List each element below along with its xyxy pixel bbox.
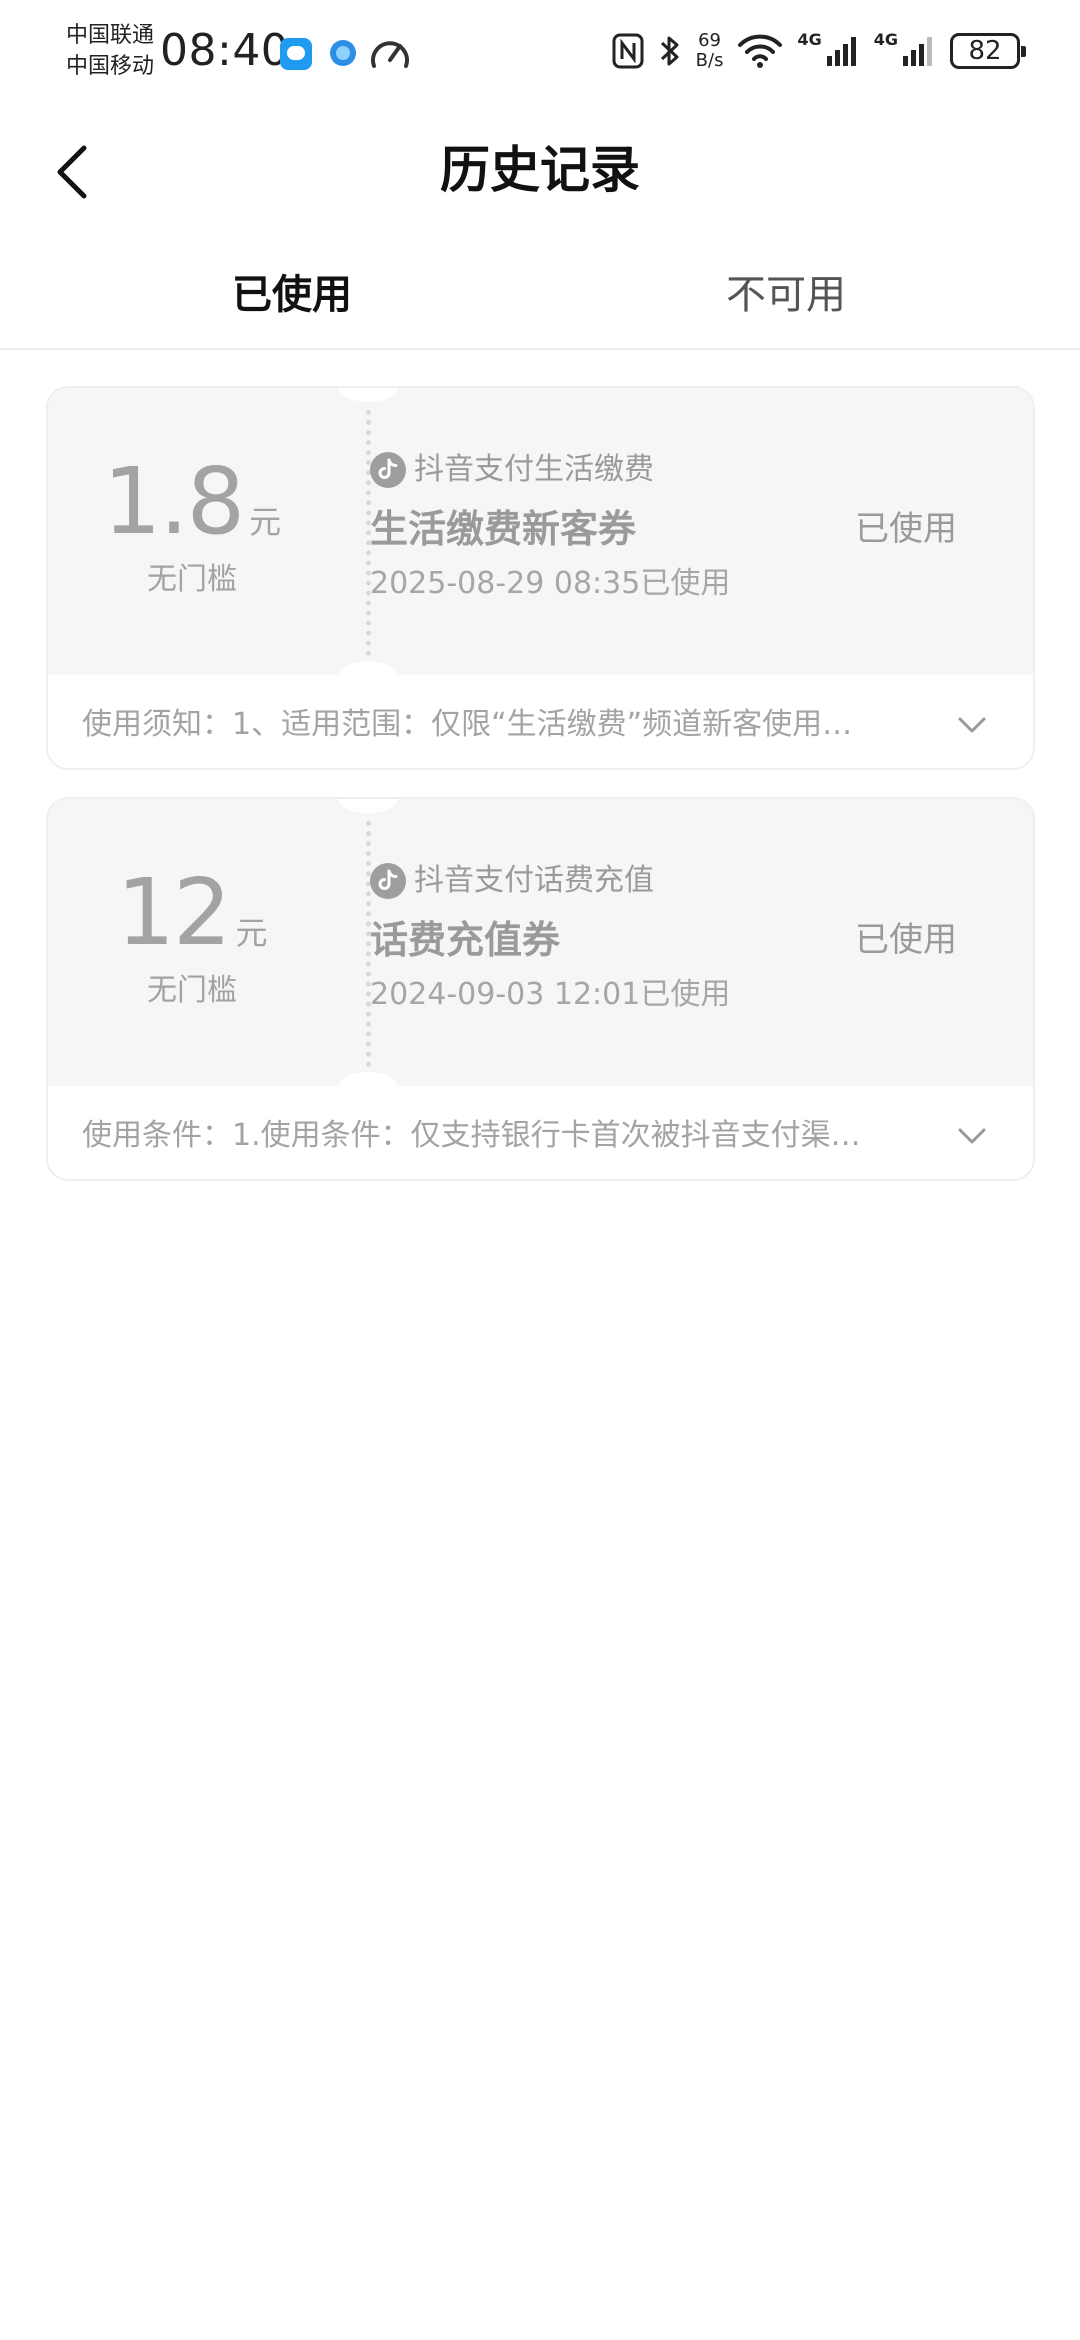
signal-1-label: 4G (797, 30, 822, 49)
coupon-brand: 抖音支付话费充值 (370, 861, 654, 901)
coupon-card[interactable]: 12 元 无门槛 抖音支付话费充值 话费充值券 2024-09-03 12:01已… (46, 797, 1035, 1181)
coupon-body: 1.8 元 无门槛 抖音支付生活缴费 生活缴费新客券 2025-08-29 08:… (48, 388, 1033, 691)
ticket-notch-bottom (338, 1072, 398, 1102)
coupon-threshold: 无门槛 (147, 562, 237, 597)
message-app-icon (280, 38, 312, 70)
coupon-amount-value: 1.8 (102, 448, 245, 555)
bluetooth-icon (660, 36, 679, 66)
chevron-down-icon (958, 1128, 986, 1144)
ticket-notch-bottom (338, 661, 398, 691)
network-speed-unit: B/s (695, 50, 724, 71)
coupon-notice: 使用条件：1.使用条件：仅支持银行卡首次被抖音支付渠… (82, 1118, 861, 1153)
page-title: 历史记录 (440, 141, 640, 199)
chevron-down-icon (958, 717, 986, 733)
speed-gauge-icon (371, 41, 409, 68)
wifi-icon (738, 34, 783, 68)
network-speed-value: 69 (698, 30, 722, 51)
expand-notice-button[interactable] (947, 1111, 997, 1161)
signal-2-icon (903, 37, 932, 66)
coupon-brand: 抖音支付生活缴费 (370, 450, 654, 490)
coupon-amount-unit: 元 (249, 503, 282, 541)
carrier-names: 中国联通 中国移动 (66, 20, 154, 82)
signal-2-label: 4G (873, 30, 898, 49)
coupon-threshold: 无门槛 (147, 973, 237, 1008)
nav-header: 历史记录 (0, 120, 1080, 220)
coupon-used-time: 2025-08-29 08:35已使用 (370, 566, 731, 601)
tab-bar: 已使用 不可用 (0, 250, 1080, 350)
coupon-amount-value: 12 (116, 859, 231, 966)
coupon-notice: 使用须知：1、适用范围：仅限“生活缴费”频道新客使用… (82, 707, 853, 742)
coupon-amount: 1.8 元 (48, 452, 336, 552)
ticket-notch-top (338, 799, 398, 813)
carrier-2: 中国移动 (66, 54, 155, 79)
network-speed: 69 B/s (696, 31, 724, 71)
coupon-brand-label: 抖音支付话费充值 (414, 863, 654, 898)
coupon-used-time: 2024-09-03 12:01已使用 (370, 977, 731, 1012)
coupon-card[interactable]: 1.8 元 无门槛 抖音支付生活缴费 生活缴费新客券 2025-08-29 08:… (46, 386, 1035, 770)
battery-icon: 82 (950, 33, 1026, 69)
signal-1-icon (826, 37, 856, 66)
status-bar: 中国联通 中国移动 08:40 69 B/s 4G 4G 82 (0, 0, 1080, 100)
coupon-brand-label: 抖音支付生活缴费 (414, 452, 654, 487)
ticket-notch-top (338, 388, 398, 402)
douyin-logo-icon (370, 863, 406, 899)
battery-level: 82 (968, 36, 1002, 66)
coupon-name: 话费充值券 (370, 918, 561, 962)
status-time: 08:40 (160, 25, 290, 76)
douyin-logo-icon (370, 452, 406, 488)
nfc-icon (612, 33, 644, 69)
tab-used[interactable]: 已使用 (200, 260, 384, 330)
carrier-1: 中国联通 (66, 23, 155, 48)
coupon-amount: 12 元 (48, 863, 336, 963)
browser-app-icon (330, 40, 356, 66)
coupon-status: 已使用 (855, 509, 957, 549)
status-icons: 69 B/s 4G 4G 82 (612, 26, 1026, 76)
tab-unavailable[interactable]: 不可用 (694, 260, 878, 330)
coupon-name: 生活缴费新客券 (370, 507, 637, 551)
coupon-body: 12 元 无门槛 抖音支付话费充值 话费充值券 2024-09-03 12:01已… (48, 799, 1033, 1102)
coupon-status: 已使用 (855, 920, 957, 960)
expand-notice-button[interactable] (947, 700, 997, 750)
coupon-amount-unit: 元 (235, 914, 268, 952)
